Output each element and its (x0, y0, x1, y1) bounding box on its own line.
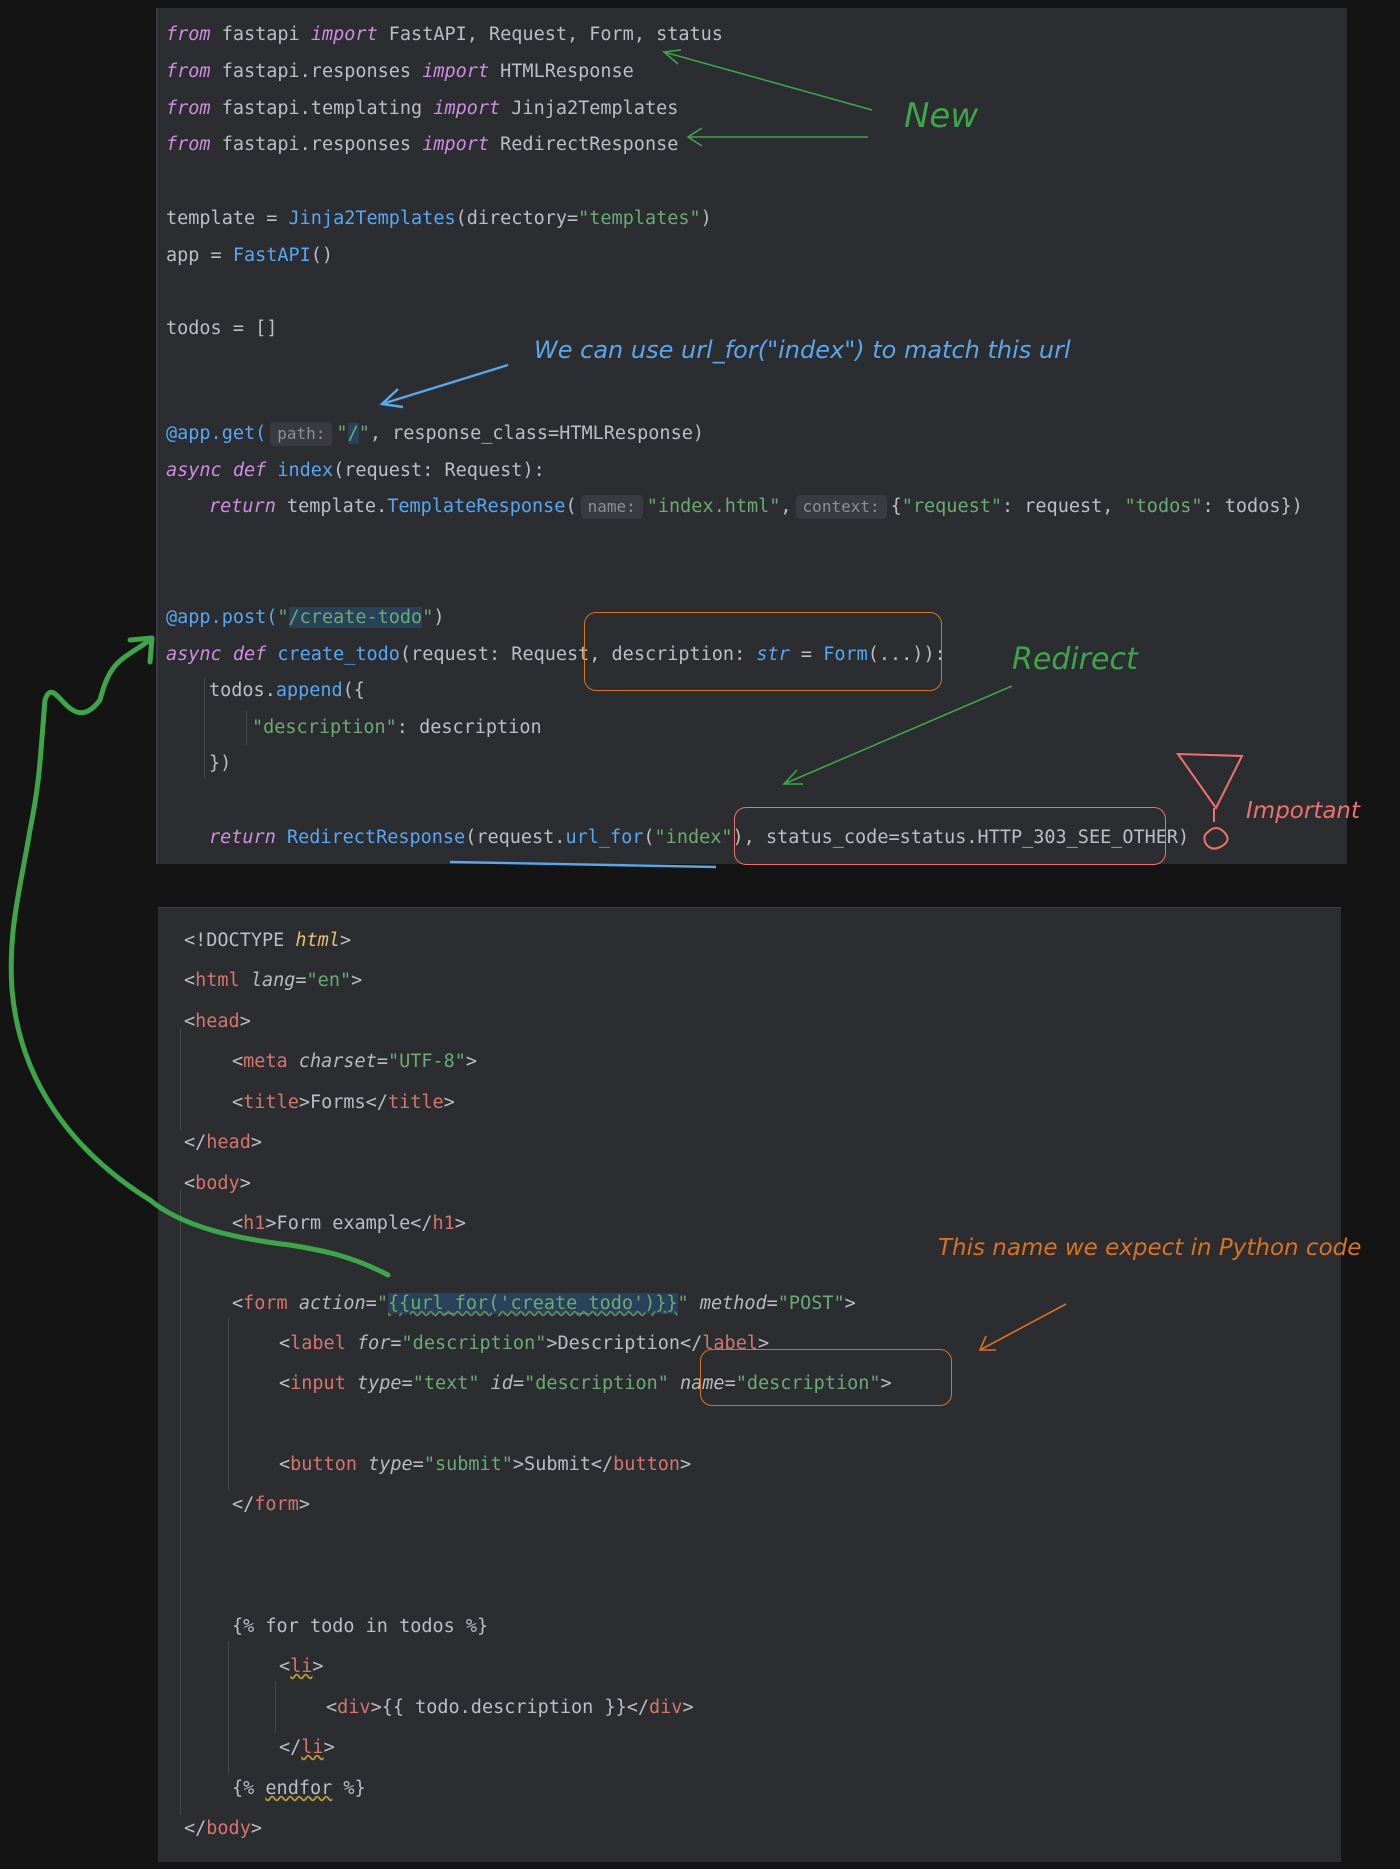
warning-icon (1176, 752, 1244, 850)
new-arrow-bottom (686, 127, 868, 147)
url-for-underline (449, 860, 717, 869)
form-action-arrow (8, 635, 391, 1278)
new-arrow-top (662, 49, 873, 111)
annotation-drawings (8, 49, 1244, 1351)
python-name-arrow (978, 1303, 1067, 1351)
redirect-arrow (782, 685, 1013, 785)
url-for-arrow (379, 363, 509, 409)
